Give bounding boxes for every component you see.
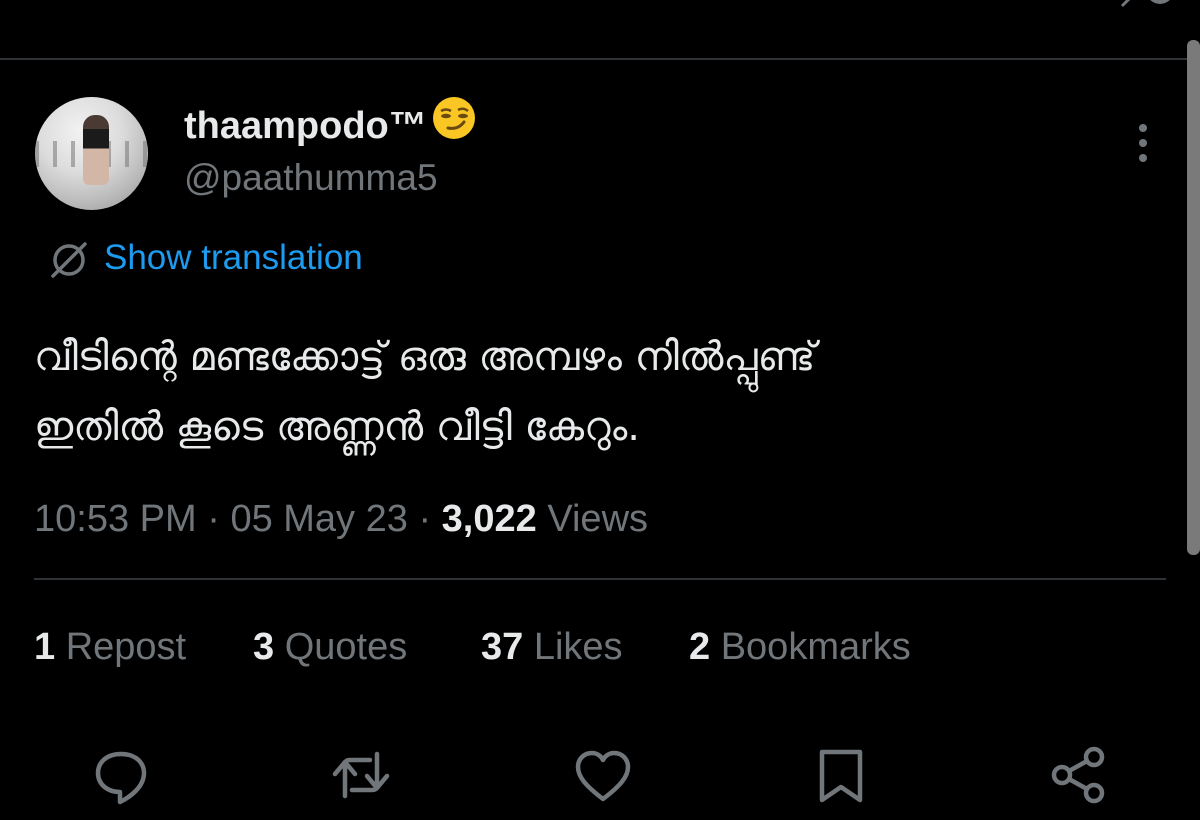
page-title <box>150 0 300 6</box>
quotes-label: Quotes <box>284 626 408 668</box>
stats-divider <box>34 578 1166 580</box>
reply-icon[interactable] <box>86 740 156 810</box>
show-translation-link[interactable]: Show translation <box>104 236 363 280</box>
tweet-date[interactable]: 05 May 23 <box>230 498 407 540</box>
like-icon[interactable] <box>568 740 638 810</box>
repost-icon[interactable] <box>326 740 396 810</box>
scrollbar[interactable] <box>1187 40 1200 555</box>
translate-globe-icon <box>51 242 87 278</box>
quotes-count: 3 <box>253 626 275 668</box>
bookmarks-label: Bookmarks <box>720 626 911 668</box>
author-name-row[interactable]: thaampodo™ <box>184 97 477 150</box>
tweet-body: വീടിന്റെ മണ്ടക്കോട്ട് ഒരു അമ്പഴം നിൽപ്പു… <box>34 322 1174 462</box>
avatar[interactable] <box>35 97 148 210</box>
likes-count: 37 <box>481 626 524 668</box>
likes-label: Likes <box>533 626 623 668</box>
reposts-count: 1 <box>34 626 56 668</box>
stat-reposts[interactable]: 1 Repost <box>34 622 186 672</box>
bookmark-icon[interactable] <box>806 740 876 810</box>
share-icon[interactable] <box>1044 740 1114 810</box>
top-navigation-bar <box>0 0 1200 60</box>
reposts-label: Repost <box>65 626 187 668</box>
meta-separator: · <box>207 498 220 540</box>
tweet-text-line: വീടിന്റെ മണ്ടക്കോട്ട് ഒരു അമ്പഴം നിൽപ്പു… <box>34 334 816 380</box>
views-label: Views <box>547 498 649 540</box>
author-display-name[interactable]: thaampodo™ <box>184 105 427 147</box>
author-handle[interactable]: @paathumma5 <box>184 154 438 202</box>
stat-bookmarks[interactable]: 2 Bookmarks <box>689 622 911 672</box>
header-divider <box>0 58 1200 60</box>
edit-icon[interactable] <box>1090 0 1170 8</box>
bookmarks-count: 2 <box>689 626 711 668</box>
action-bar <box>0 740 1200 820</box>
tweet-time[interactable]: 10:53 PM <box>34 498 197 540</box>
stat-quotes[interactable]: 3 Quotes <box>253 622 407 672</box>
stat-likes[interactable]: 37 Likes <box>481 622 623 672</box>
smirk-face-icon <box>431 95 477 155</box>
tweet-text-line: ഇതിൽ കൂടെ അണ്ണൻ വീട്ടി കേറും. <box>34 404 641 450</box>
tweet-meta: 10:53 PM · 05 May 23 · 3,022 Views <box>34 494 648 544</box>
meta-separator: · <box>418 498 432 540</box>
more-vertical-icon[interactable] <box>1128 118 1158 168</box>
views-count: 3,022 <box>441 498 537 540</box>
